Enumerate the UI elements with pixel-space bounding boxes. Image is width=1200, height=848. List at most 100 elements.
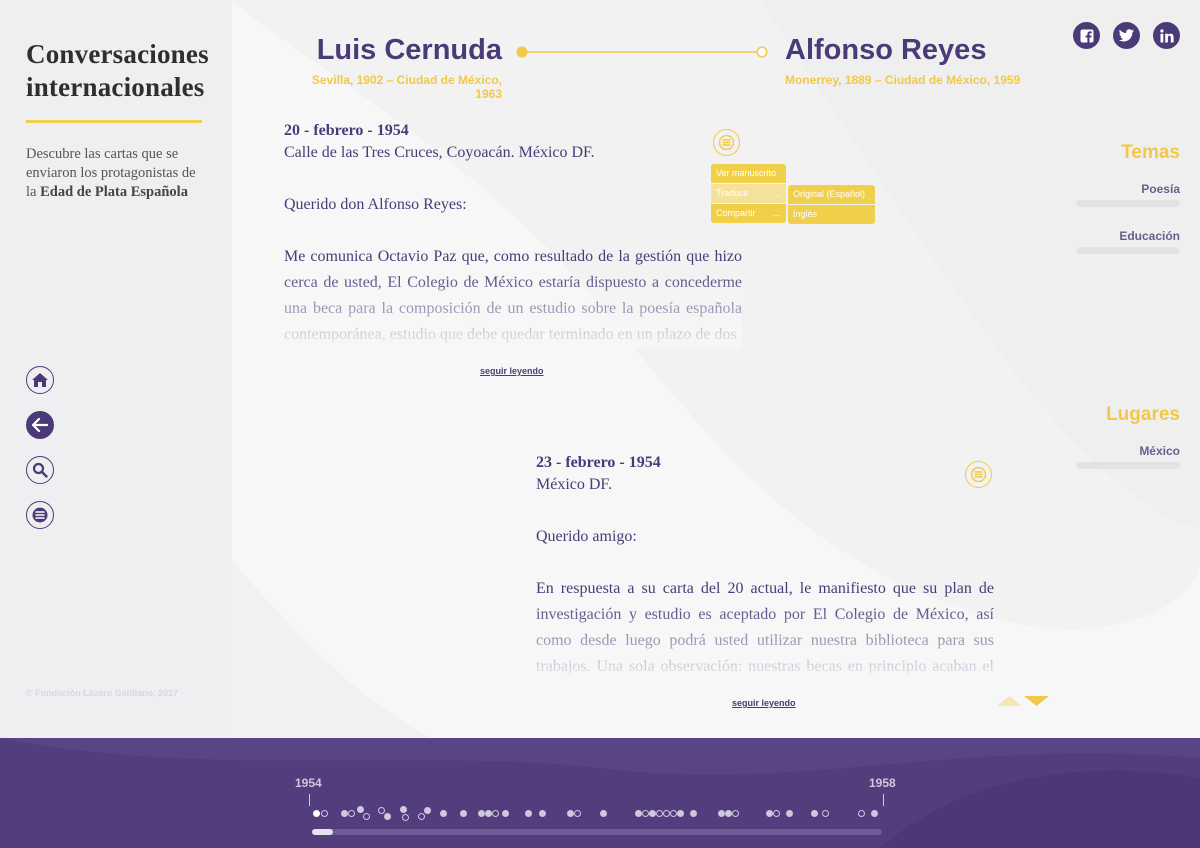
- sender-header: Luis Cernuda Sevilla, 1902 – Ciudad de M…: [282, 34, 502, 101]
- timeline-dot[interactable]: [400, 806, 407, 813]
- timeline-dot[interactable]: [384, 813, 391, 820]
- timeline-dot[interactable]: [525, 810, 532, 817]
- highlight-text: Edad de Plata Española: [40, 184, 188, 200]
- facebook-icon: [1080, 29, 1093, 43]
- receiver-life: Monerrey, 1889 – Ciudad de México, 1959: [785, 73, 1021, 87]
- menu-button[interactable]: [26, 501, 54, 529]
- timeline-dot[interactable]: [478, 810, 485, 817]
- receiver-name[interactable]: Alfonso Reyes: [785, 34, 1020, 67]
- facebook-button[interactable]: [1073, 22, 1100, 49]
- title-underline: [26, 120, 202, 123]
- letter-body: Me comunica Octavio Paz que, como result…: [284, 248, 742, 343]
- site-title[interactable]: Conversaciones internacionales: [26, 38, 209, 104]
- letter-excerpt: En respuesta a su carta del 20 actual, l…: [536, 576, 994, 680]
- timeline-dot[interactable]: [677, 810, 684, 817]
- timeline-dot[interactable]: [725, 810, 732, 817]
- lugar-bar: [1076, 462, 1180, 469]
- timeline-dot[interactable]: [485, 810, 492, 817]
- timeline-dot[interactable]: [502, 810, 509, 817]
- letter-date: 23 - febrero - 1954: [536, 454, 661, 471]
- menu-item-traducir[interactable]: Traducir...: [711, 184, 786, 203]
- menu-item-compartir[interactable]: Compartir...: [711, 204, 786, 223]
- copyright: © Fundación Lázaro Galdiano, 2017: [26, 688, 179, 698]
- timeline-dot[interactable]: [871, 810, 878, 817]
- timeline-dot[interactable]: [418, 813, 425, 820]
- letter-card: 23 - febrero - 1954 México DF. Querido a…: [536, 454, 994, 680]
- sidebar: Conversaciones internacionales Descubre …: [0, 0, 232, 738]
- timeline-dot[interactable]: [567, 810, 574, 817]
- timeline-dot[interactable]: [341, 810, 348, 817]
- linkedin-button[interactable]: [1153, 22, 1180, 49]
- home-button[interactable]: [26, 366, 54, 394]
- receiver-header: Alfonso Reyes Monerrey, 1889 – Ciudad de…: [785, 34, 1020, 87]
- timeline-dot[interactable]: [363, 813, 370, 820]
- letter-place: Calle de las Tres Cruces, Coyoacán. Méxi…: [284, 144, 595, 161]
- letter-greeting: Querido don Alfonso Reyes:: [284, 196, 467, 213]
- timeline-dot[interactable]: [766, 810, 773, 817]
- timeline-dot[interactable]: [424, 807, 431, 814]
- temas-heading: Temas: [1121, 142, 1180, 163]
- letter-place: México DF.: [536, 476, 613, 493]
- sidebar-nav: [26, 366, 54, 546]
- temas-panel: Temas Poesía Educación: [1076, 142, 1180, 276]
- letter-greeting: Querido amigo:: [536, 528, 637, 545]
- read-more-link[interactable]: seguir leyendo: [732, 698, 796, 708]
- tema-item[interactable]: Poesía: [1076, 182, 1180, 196]
- timeline-dot[interactable]: [670, 810, 677, 817]
- site-description: Descubre las cartas que se enviaron los …: [26, 146, 196, 200]
- timeline-dot[interactable]: [718, 810, 725, 817]
- timeline-dot[interactable]: [313, 810, 320, 817]
- timeline-dot[interactable]: [649, 810, 656, 817]
- timeline-dot[interactable]: [642, 810, 649, 817]
- submenu-item-original[interactable]: Original (Español): [788, 185, 875, 204]
- timeline-scroll-thumb[interactable]: [312, 829, 333, 835]
- timeline-dot[interactable]: [663, 810, 670, 817]
- timeline-dot[interactable]: [460, 810, 467, 817]
- lugares-panel: Lugares México: [1076, 404, 1180, 491]
- timeline-dot[interactable]: [574, 810, 581, 817]
- search-button[interactable]: [26, 456, 54, 484]
- timeline-dot[interactable]: [656, 810, 663, 817]
- timeline-dot[interactable]: [440, 810, 447, 817]
- timeline-dot[interactable]: [786, 810, 793, 817]
- lugar-item[interactable]: México: [1076, 444, 1180, 458]
- scroll-down-button[interactable]: [1023, 695, 1050, 707]
- timeline-dot[interactable]: [321, 810, 328, 817]
- timeline-dot[interactable]: [822, 810, 829, 817]
- lugares-heading: Lugares: [1106, 404, 1180, 425]
- timeline-dot[interactable]: [402, 814, 409, 821]
- timeline-start-year: 1954: [295, 776, 322, 790]
- timeline-dot[interactable]: [492, 810, 499, 817]
- letter-menu-button[interactable]: [965, 461, 992, 488]
- tema-bar: [1076, 200, 1180, 207]
- timeline-dot[interactable]: [600, 810, 607, 817]
- letter-menu-button[interactable]: [713, 129, 740, 156]
- letter-date: 20 - febrero - 1954: [284, 122, 409, 139]
- scroll-arrows: [996, 695, 1050, 707]
- back-button[interactable]: [26, 411, 54, 439]
- timeline-dot[interactable]: [732, 810, 739, 817]
- sender-life: Sevilla, 1902 – Ciudad de México, 1963: [311, 73, 502, 101]
- tema-item[interactable]: Educación: [1076, 229, 1180, 243]
- timeline-scrollbar[interactable]: [312, 829, 882, 835]
- sender-name[interactable]: Luis Cernuda: [282, 34, 502, 67]
- timeline-dot[interactable]: [348, 810, 355, 817]
- timeline-dot[interactable]: [378, 807, 385, 814]
- read-more-link[interactable]: seguir leyendo: [480, 366, 544, 376]
- timeline-end-year: 1958: [869, 776, 896, 790]
- timeline-dot[interactable]: [690, 810, 697, 817]
- twitter-button[interactable]: [1113, 22, 1140, 49]
- letter-excerpt: Me comunica Octavio Paz que, como result…: [284, 244, 742, 348]
- menu-item-ver-manuscrito[interactable]: Ver manuscrito: [711, 164, 786, 183]
- timeline-dot[interactable]: [635, 810, 642, 817]
- social-links: [1073, 22, 1180, 49]
- letter-card: 20 - febrero - 1954 Calle de las Tres Cr…: [284, 122, 742, 348]
- timeline-dot[interactable]: [357, 806, 364, 813]
- timeline-dot[interactable]: [773, 810, 780, 817]
- timeline-dot[interactable]: [858, 810, 865, 817]
- scroll-up-button[interactable]: [996, 695, 1023, 707]
- translate-submenu: Original (Español) Inglés: [788, 185, 875, 224]
- timeline-dot[interactable]: [539, 810, 546, 817]
- timeline-dot[interactable]: [811, 810, 818, 817]
- submenu-item-ingles[interactable]: Inglés: [788, 205, 875, 224]
